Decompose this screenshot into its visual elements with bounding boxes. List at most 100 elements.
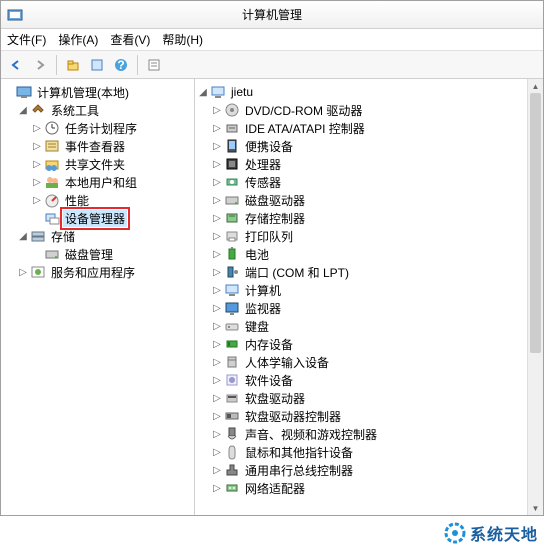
device-category[interactable]: ▷端口 (COM 和 LPT) [197,263,541,281]
expand-icon[interactable]: ▷ [31,123,43,134]
app-icon [7,7,23,23]
tree-perf[interactable]: ▷性能 [3,191,192,209]
device-icon [224,120,240,136]
device-label: 计算机 [243,282,283,299]
device-icon [224,408,240,424]
device-category[interactable]: ▷人体学输入设备 [197,353,541,371]
device-category[interactable]: ▷软盘驱动器 [197,389,541,407]
device-category[interactable]: ▷鼠标和其他指针设备 [197,443,541,461]
left-tree[interactable]: ▷计算机管理(本地) ◢系统工具 ▷任务计划程序 ▷事件查看器 ▷共享文件夹 ▷… [1,79,195,515]
expand-icon[interactable]: ▷ [211,105,223,116]
device-category[interactable]: ▷存储控制器 [197,209,541,227]
expand-icon[interactable]: ▷ [211,123,223,134]
expand-icon[interactable]: ▷ [211,285,223,296]
device-category[interactable]: ▷IDE ATA/ATAPI 控制器 [197,119,541,137]
expand-icon[interactable]: ▷ [211,141,223,152]
menu-view[interactable]: 查看(V) [110,31,150,48]
tree-root[interactable]: ▷计算机管理(本地) [3,83,192,101]
device-category[interactable]: ▷便携设备 [197,137,541,155]
scroll-down-icon[interactable]: ▼ [528,501,543,515]
device-category[interactable]: ▷键盘 [197,317,541,335]
expand-icon[interactable]: ▷ [31,177,43,188]
tree-diskmgmt[interactable]: ▷磁盘管理 [3,245,192,263]
help-button[interactable]: ? [110,54,132,76]
device-category[interactable]: ▷声音、视频和游戏控制器 [197,425,541,443]
expand-icon[interactable]: ◢ [17,105,29,116]
tree-users[interactable]: ▷本地用户和组 [3,173,192,191]
menu-action[interactable]: 操作(A) [58,31,98,48]
device-icon [224,210,240,226]
device-icon [224,426,240,442]
device-label: 软件设备 [243,372,295,389]
menu-help[interactable]: 帮助(H) [162,31,203,48]
tree-services[interactable]: ▷服务和应用程序 [3,263,192,281]
tree-task[interactable]: ▷任务计划程序 [3,119,192,137]
tree-systools[interactable]: ◢系统工具 [3,101,192,119]
expand-icon[interactable]: ▷ [31,141,43,152]
expand-icon[interactable]: ▷ [211,429,223,440]
scroll-up-icon[interactable]: ▲ [528,79,543,93]
device-category[interactable]: ▷磁盘驱动器 [197,191,541,209]
expand-icon[interactable]: ▷ [211,375,223,386]
right-tree[interactable]: ◢jietu ▷DVD/CD-ROM 驱动器▷IDE ATA/ATAPI 控制器… [195,79,543,515]
brand-logo-icon [444,522,466,544]
expand-icon[interactable]: ▷ [211,177,223,188]
scroll-thumb[interactable] [530,93,541,353]
expand-icon[interactable]: ▷ [211,303,223,314]
device-icon [224,372,240,388]
tree-devmgr[interactable]: ▷设备管理器 [3,209,192,227]
device-category[interactable]: ▷打印队列 [197,227,541,245]
expand-icon[interactable]: ▷ [211,411,223,422]
shared-folder-icon [44,156,60,172]
back-button[interactable] [5,54,27,76]
device-category[interactable]: ▷通用串行总线控制器 [197,461,541,479]
expand-icon[interactable]: ▷ [211,159,223,170]
tree-shared[interactable]: ▷共享文件夹 [3,155,192,173]
expand-icon[interactable]: ▷ [211,249,223,260]
tree-storage[interactable]: ◢存储 [3,227,192,245]
tools-icon [30,102,46,118]
refresh-button[interactable] [143,54,165,76]
device-category[interactable]: ▷软盘驱动器控制器 [197,407,541,425]
properties-button[interactable] [86,54,108,76]
forward-button[interactable] [29,54,51,76]
device-category[interactable]: ▷监视器 [197,299,541,317]
expand-icon[interactable]: ▷ [211,231,223,242]
expand-icon[interactable]: ▷ [31,159,43,170]
device-category[interactable]: ▷内存设备 [197,335,541,353]
disk-mgmt-icon [44,246,60,262]
device-category[interactable]: ▷ 传感器 [197,173,541,191]
device-root[interactable]: ◢jietu [197,83,541,101]
device-category[interactable]: ▷ 软件设备 [197,371,541,389]
services-icon [30,264,46,280]
expand-icon[interactable]: ▷ [211,267,223,278]
expand-icon[interactable]: ▷ [211,213,223,224]
expand-icon[interactable]: ▷ [211,339,223,350]
expand-icon[interactable]: ◢ [17,231,29,242]
device-category[interactable]: ▷网络适配器 [197,479,541,497]
expand-icon[interactable]: ▷ [211,357,223,368]
device-label: 传感器 [243,174,283,191]
device-category[interactable]: ▷处理器 [197,155,541,173]
expand-icon[interactable]: ▷ [211,321,223,332]
expand-icon[interactable]: ▷ [211,447,223,458]
device-icon [224,246,240,262]
device-icon [224,462,240,478]
device-category[interactable]: ▷电池 [197,245,541,263]
up-button[interactable] [62,54,84,76]
watermark: 系统天地 [444,521,538,545]
device-category[interactable]: ▷DVD/CD-ROM 驱动器 [197,101,541,119]
menu-file[interactable]: 文件(F) [7,31,46,48]
expand-icon[interactable]: ▷ [211,465,223,476]
device-category[interactable]: ▷ 计算机 [197,281,541,299]
expand-icon[interactable]: ▷ [211,483,223,494]
users-icon [44,174,60,190]
tree-event[interactable]: ▷事件查看器 [3,137,192,155]
event-icon [44,138,60,154]
expand-icon[interactable]: ▷ [211,195,223,206]
scrollbar[interactable]: ▲ ▼ [527,79,543,515]
expand-icon[interactable]: ▷ [17,267,29,278]
expand-icon[interactable]: ▷ [211,393,223,404]
expand-icon[interactable]: ▷ [31,195,43,206]
expand-icon[interactable]: ◢ [197,87,209,98]
